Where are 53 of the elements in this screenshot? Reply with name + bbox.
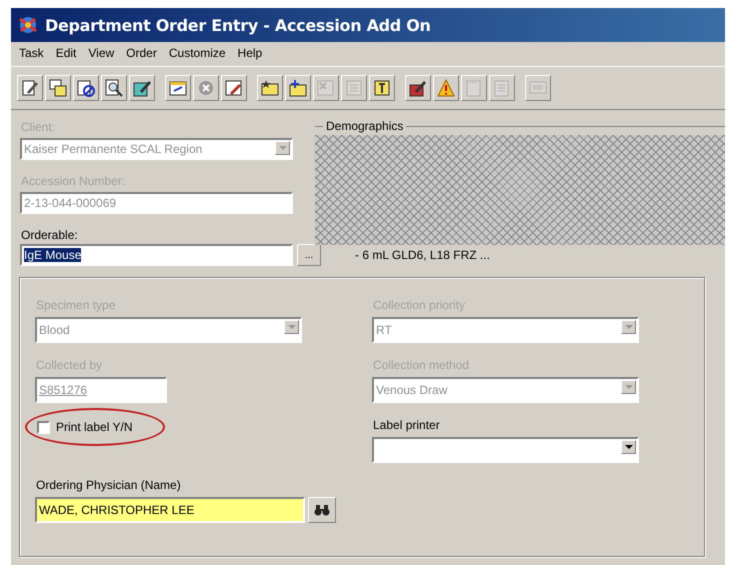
dropdown-button[interactable] (621, 440, 636, 454)
toolbar-button[interactable] (45, 75, 71, 101)
caret-icon (624, 324, 632, 330)
caret-icon (278, 146, 286, 150)
field-label: Ordering Physician (Name) (36, 478, 182, 492)
field-label: Label printer (373, 418, 441, 432)
page-magnifier-icon (105, 79, 123, 97)
orderable-note: - 6 mL GLD6, L18 FRZ ... (355, 248, 490, 262)
page-icon (345, 79, 363, 97)
checkbox[interactable] (37, 420, 50, 434)
search-button[interactable] (308, 497, 336, 523)
toolbar-button[interactable] (165, 75, 191, 101)
dropdown-field[interactable] (372, 437, 639, 463)
binoculars-icon (314, 504, 330, 516)
field-label: Orderable: (21, 228, 79, 242)
toolbar-button[interactable] (433, 75, 459, 101)
menu-item[interactable]: Edit (56, 46, 76, 62)
group-title: Demographics (323, 119, 406, 133)
toolbar-button[interactable] (129, 75, 155, 101)
window-pen-icon (225, 79, 243, 97)
page-pencil-icon (21, 79, 39, 97)
warning-icon (437, 79, 455, 97)
box-pen-icon (409, 79, 427, 97)
list-page-icon (493, 79, 511, 97)
toolbar-button[interactable] (405, 75, 431, 101)
toolbar-button[interactable] (17, 75, 43, 101)
toolbar-button[interactable] (221, 75, 247, 101)
toolbar-button[interactable] (285, 75, 311, 101)
toolbar-button[interactable] (369, 75, 395, 101)
toolbar-button[interactable] (73, 75, 99, 101)
folder-star-icon (261, 79, 279, 97)
stacked-windows-icon (49, 79, 67, 97)
menu-item[interactable]: Order (126, 46, 157, 62)
menu-item[interactable]: Task (19, 46, 44, 62)
caret-icon (624, 444, 632, 450)
page-prohibit-icon (77, 79, 95, 97)
menu-item[interactable]: Help (238, 46, 262, 62)
menu-item[interactable]: Customize (168, 46, 226, 62)
cancel-icon (197, 79, 215, 97)
card-pencil-icon (133, 79, 151, 97)
window-title: Department Order Entry - Accession Add On (45, 16, 431, 34)
folder-plus-icon (289, 79, 307, 97)
input-field[interactable]: WADE, CHRISTOPHER LEE (35, 497, 305, 523)
input-field[interactable]: IgE Mouse (20, 244, 293, 266)
caret-icon (624, 384, 632, 390)
clipboard-icon (465, 79, 483, 97)
toolbar-button[interactable] (257, 75, 283, 101)
menu-item[interactable]: View (88, 46, 114, 62)
toolbar-button[interactable] (101, 75, 127, 101)
grid-x-icon (317, 79, 335, 97)
browse-button[interactable]: ... (297, 244, 321, 266)
checkbox-label: Print label Y/N (56, 420, 132, 434)
caret-icon (288, 324, 296, 330)
